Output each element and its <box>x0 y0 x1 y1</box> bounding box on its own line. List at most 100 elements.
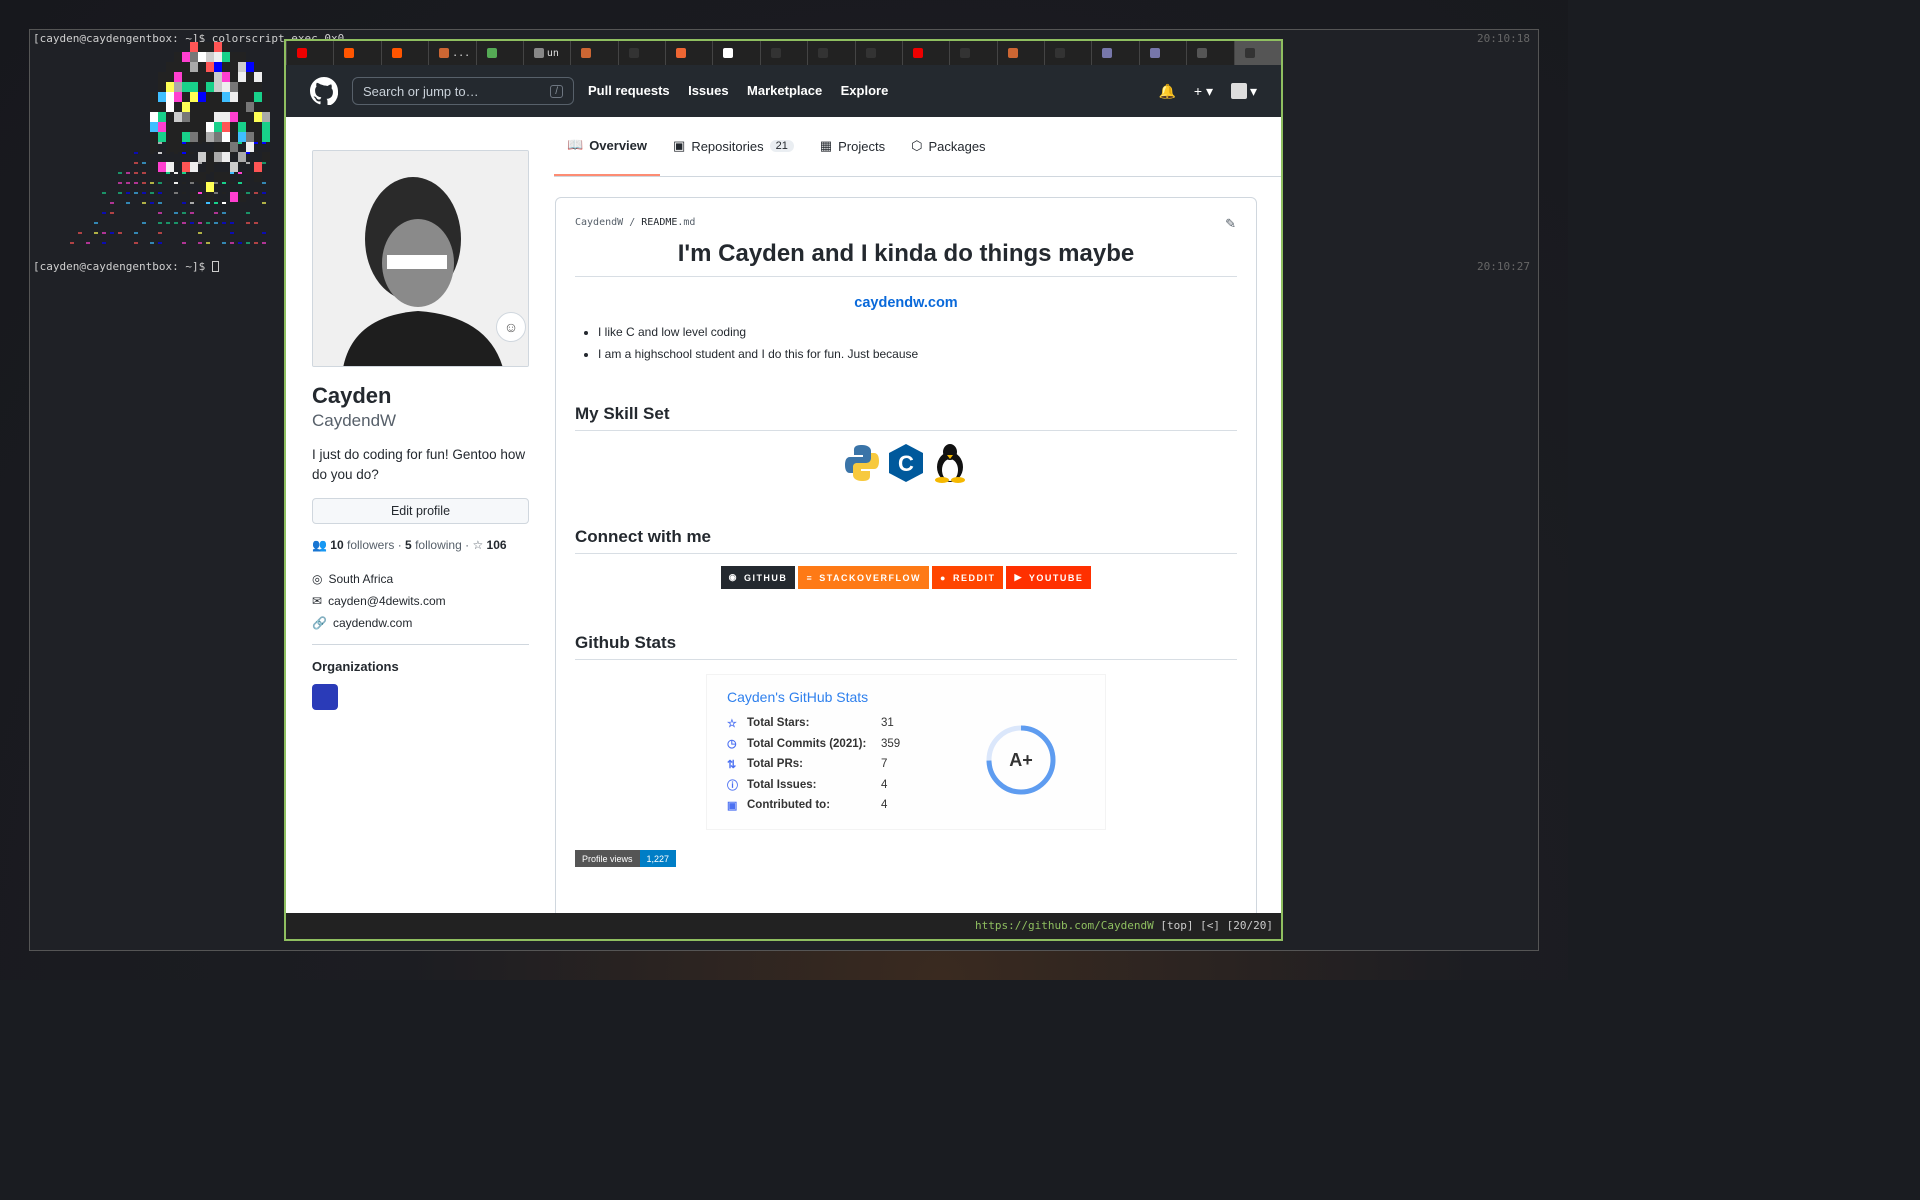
favicon-icon <box>1102 48 1113 58</box>
browser-tab[interactable] <box>570 41 617 65</box>
browser-tab[interactable]: un <box>522 41 570 65</box>
profile-tabs: 📖 Overview ▣ Repositories 21 ▦ Projects ⬡ Pac… <box>554 117 1281 177</box>
stats-row: ▣ Contributed to: 4 <box>727 799 888 812</box>
browser-tab[interactable] <box>1186 41 1233 65</box>
nav-explore[interactable]: Explore <box>841 83 889 98</box>
repo-icon: ▣ <box>727 799 738 812</box>
github-badge[interactable]: ◉ GITHUB <box>720 566 796 589</box>
search-shortcut-key: / <box>550 84 563 98</box>
browser-tab[interactable] <box>759 41 807 65</box>
repo-icon: ▣ <box>673 138 686 153</box>
browser-tab[interactable] <box>1138 41 1186 65</box>
edit-profile-button[interactable]: Edit profile <box>312 498 529 525</box>
search-placeholder: Search or jump to… <box>363 83 479 99</box>
smiley-status-icon[interactable]: ☺ <box>496 312 526 342</box>
readme-site-link[interactable]: caydendw.com <box>575 295 1237 311</box>
status-url: https://github.com/CaydendW <box>974 919 1154 932</box>
tab-overview[interactable]: 📖 Overview <box>554 117 661 176</box>
browser-tab[interactable] <box>1044 41 1091 65</box>
organization-avatar[interactable] <box>312 684 338 711</box>
browser-tab[interactable] <box>854 41 902 65</box>
browser-tab[interactable] <box>901 41 949 65</box>
nav-marketplace[interactable]: Marketplace <box>747 83 822 98</box>
readme-bullets: I like C and low level coding I am a hig… <box>575 325 1237 361</box>
terminal-timestamp: 20:10:18 <box>1477 32 1530 45</box>
follow-stats: 👥 10 followers · 5 following · ☆ 106 <box>312 538 507 553</box>
edit-pencil-icon[interactable]: ✎ <box>1225 216 1236 232</box>
browser-tab[interactable] <box>949 41 996 65</box>
star-icon: ☆ <box>727 717 737 730</box>
organizations-heading: Organizations <box>312 659 399 675</box>
email-item[interactable]: ✉ cayden@4dewits.com <box>312 594 529 608</box>
profile-login: CaydendW <box>312 411 397 430</box>
browser-tab[interactable] <box>996 41 1044 65</box>
pull-request-icon: ⇅ <box>727 758 737 771</box>
location-item: ◎ South Africa <box>312 572 394 587</box>
skill-icons: C <box>575 443 1237 483</box>
terminal-prompt[interactable]: [cayden@caydengentbox: ~]$ <box>33 260 219 273</box>
favicon-icon <box>865 48 876 58</box>
github-header: Search or jump to… / Pull requests Issue… <box>286 65 1281 117</box>
favicon-icon <box>1149 48 1160 58</box>
terminal-timestamp-2: 20:10:27 <box>1477 260 1530 273</box>
project-icon: ▦ <box>819 138 833 153</box>
location-icon: ◎ <box>312 572 323 587</box>
reddit-icon: ● <box>940 572 947 583</box>
profile-bio: I just do coding for fun! Gentoo how do … <box>312 447 526 482</box>
stars-count[interactable]: 106 <box>487 538 507 552</box>
browser-tab[interactable]: ... <box>428 41 475 65</box>
social-badges: ◉ GITHUB ≡ STACKOVERFLOW ● REDDIT ▶ YOUTUBE <box>575 566 1237 589</box>
browser-tab[interactable] <box>475 41 523 65</box>
profile-avatar[interactable]: ☺ <box>312 150 529 367</box>
browser-tab[interactable] <box>1091 41 1138 65</box>
followers-link[interactable]: 10 followers <box>330 538 394 552</box>
youtube-badge[interactable]: ▶ YOUTUBE <box>1006 566 1092 589</box>
skills-heading: My Skill Set <box>575 404 1237 431</box>
favicon-icon <box>439 48 450 58</box>
website-item[interactable]: 🔗 caydendw.com <box>312 616 529 630</box>
favicon-icon <box>628 48 639 58</box>
browser-tab[interactable] <box>333 41 380 65</box>
repo-count: 21 <box>769 140 794 152</box>
book-icon: 📖 <box>567 137 584 152</box>
stackoverflow-badge[interactable]: ≡ STACKOVERFLOW <box>798 566 930 589</box>
svg-text:C: C <box>898 451 914 476</box>
browser-tab[interactable] <box>665 41 712 65</box>
star-icon: ☆ <box>472 538 484 553</box>
favicon-icon <box>1197 48 1208 58</box>
reddit-badge[interactable]: ● REDDIT <box>932 566 1004 589</box>
nav-pull-requests[interactable]: Pull requests <box>588 83 670 98</box>
mail-icon: ✉ <box>312 594 323 609</box>
browser-tab[interactable] <box>712 41 759 65</box>
main-nav: Pull requests Issues Marketplace Explore <box>574 82 888 100</box>
tab-projects[interactable]: ▦ Projects <box>807 117 898 176</box>
browser-tab[interactable] <box>286 41 333 65</box>
browser-tab[interactable] <box>380 41 428 65</box>
search-input[interactable]: Search or jump to… / <box>352 77 574 105</box>
following-link[interactable]: 5 following <box>405 538 462 552</box>
user-avatar-menu[interactable]: ▾ <box>1230 83 1257 100</box>
tab-overview-label: Overview <box>589 137 648 153</box>
favicon-icon <box>581 48 592 58</box>
browser-tab[interactable] <box>1233 41 1281 65</box>
profile-views-count: 1,227 <box>639 850 677 867</box>
nav-issues[interactable]: Issues <box>688 83 728 98</box>
tab-repositories[interactable]: ▣ Repositories 21 <box>660 117 807 176</box>
profile-details: ◎ South Africa ✉ cayden@4dewits.com 🔗 cayde… <box>312 572 529 630</box>
link-icon: 🔗 <box>312 616 327 631</box>
bell-icon[interactable]: 🔔 <box>1158 83 1175 100</box>
browser-tab[interactable] <box>807 41 854 65</box>
tab-label: un <box>546 47 559 59</box>
package-icon: ⬡ <box>911 138 923 153</box>
tab-packages-label: Packages <box>928 138 986 154</box>
status-info: [top] [<] [20/20] <box>1153 919 1273 932</box>
tab-packages[interactable]: ⬡ Packages <box>898 117 998 176</box>
favicon-icon <box>912 48 923 58</box>
github-logo-icon[interactable] <box>310 77 338 105</box>
path-user[interactable]: CaydendW <box>575 217 623 228</box>
profile-views-label: Profile views <box>575 850 640 867</box>
browser-tab[interactable] <box>617 41 665 65</box>
favicon-icon <box>818 48 829 58</box>
plus-dropdown-icon[interactable]: + ▾ <box>1194 83 1213 100</box>
prompt-text: [cayden@caydengentbox: ~]$ <box>33 260 212 273</box>
